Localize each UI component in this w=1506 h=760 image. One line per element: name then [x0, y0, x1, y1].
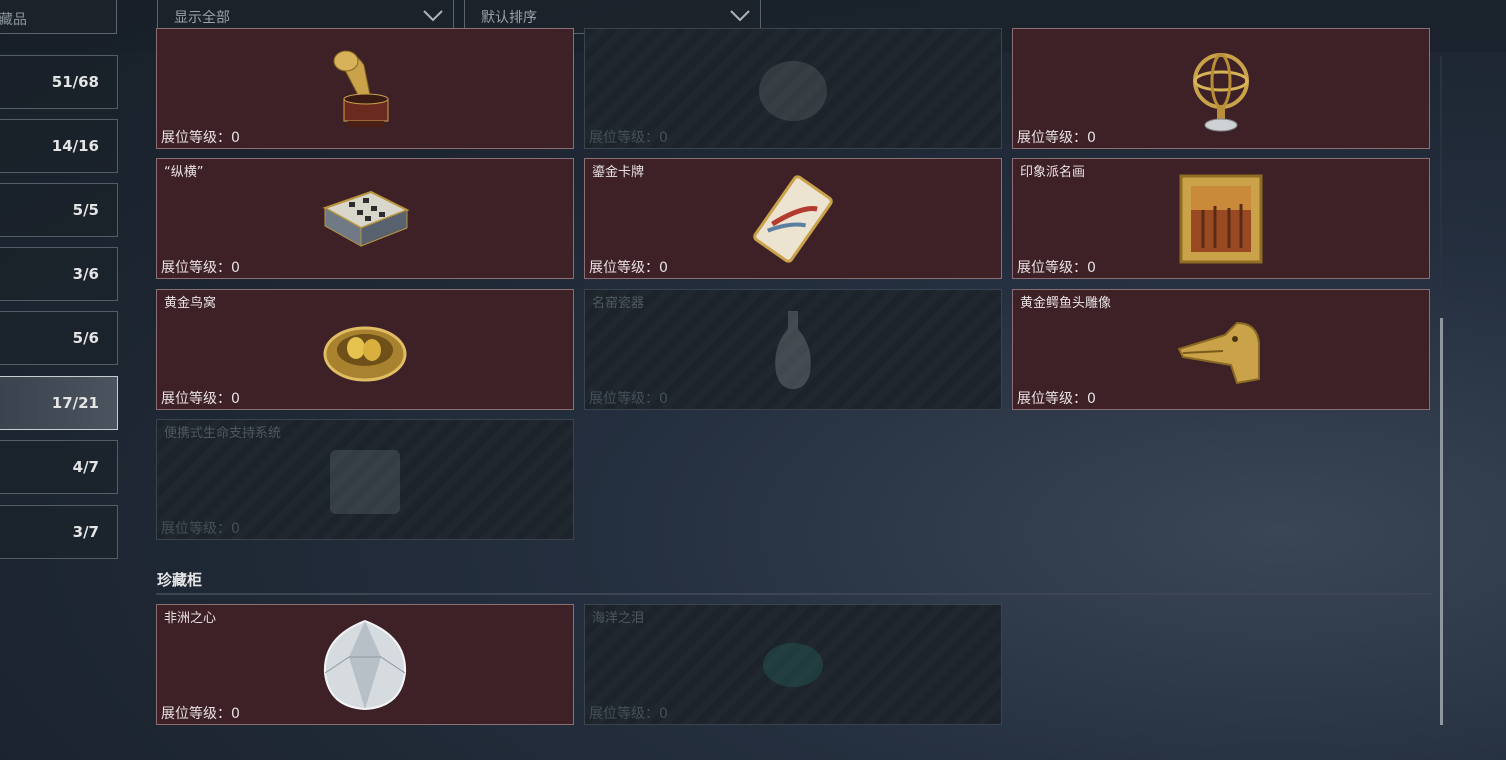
sidebar-item-count: 51/68 — [51, 73, 99, 91]
collectible-card[interactable]: 展位等级：0 — [156, 28, 574, 149]
cabinet-section-title: 珍藏柜 — [157, 571, 203, 589]
porcelain-vase-icon — [775, 310, 811, 389]
diamond-icon — [323, 619, 407, 710]
sort-dropdown-value: 默认排序 — [481, 10, 537, 26]
armillary-sphere-icon — [1193, 53, 1249, 132]
sidebar-item-7[interactable]: 4/7 — [0, 440, 118, 494]
sidebar-item-count: 17/21 — [51, 394, 99, 412]
scrollbar-thumb[interactable] — [1440, 318, 1443, 725]
collectible-card-locked[interactable]: 名窑瓷器 展位等级：0 — [584, 289, 1002, 410]
collectible-name: 非洲之心 — [164, 611, 217, 626]
exhibit-level: 展位等级：0 — [1017, 260, 1096, 276]
sidebar-item-3[interactable]: 5/5 — [0, 183, 118, 237]
exhibit-level: 展位等级：0 — [589, 260, 668, 276]
collectible-name: 印象派名画 — [1020, 165, 1086, 180]
collectible-name: 黄金鸟窝 — [164, 296, 217, 311]
exhibit-level: 展位等级：0 — [589, 391, 668, 407]
search-placeholder: 藏品 — [0, 12, 27, 28]
collectible-name: 鎏金卡牌 — [592, 165, 645, 180]
collectible-card[interactable]: “纵横” 展位等级：0 — [156, 158, 574, 279]
sidebar-item-count: 3/7 — [72, 523, 99, 541]
collectible-name: 名窑瓷器 — [592, 296, 645, 311]
sidebar-item-count: 5/6 — [72, 329, 99, 347]
filter-dropdown-value: 显示全部 — [174, 10, 230, 26]
exhibit-level: 展位等级：0 — [589, 706, 668, 722]
collectible-card[interactable]: 非洲之心 展位等级：0 — [156, 604, 574, 725]
search-input[interactable]: 藏品 — [0, 0, 117, 34]
collectible-card-locked[interactable]: 展位等级：0 — [584, 28, 1002, 149]
collectible-card[interactable]: 黄金鸟窝 展位等级：0 — [156, 289, 574, 410]
life-support-icon — [330, 450, 400, 514]
exhibit-level: 展位等级：0 — [161, 130, 240, 146]
sidebar-item-2[interactable]: 14/16 — [0, 119, 118, 173]
collectible-card[interactable]: 印象派名画 展位等级：0 — [1012, 158, 1430, 279]
sidebar-item-count: 14/16 — [51, 137, 99, 155]
exhibit-level: 展位等级：0 — [161, 706, 240, 722]
section-divider — [156, 593, 1432, 595]
collectible-name: 便携式生命支持系统 — [164, 426, 282, 441]
gold-orb-icon — [759, 61, 827, 121]
collectible-card[interactable]: 展位等级：0 — [1012, 28, 1430, 149]
chess-box-icon — [322, 190, 410, 247]
ocean-tear-icon — [763, 642, 823, 687]
exhibit-level: 展位等级：0 — [1017, 391, 1096, 407]
exhibit-level: 展位等级：0 — [161, 260, 240, 276]
sidebar-item-count: 5/5 — [72, 201, 99, 219]
golden-nest-icon — [323, 326, 407, 381]
gilded-card-icon — [753, 174, 833, 263]
collectible-card[interactable]: 黄金鳄鱼头雕像 展位等级：0 — [1012, 289, 1430, 410]
exhibit-level: 展位等级：0 — [161, 391, 240, 407]
exhibit-level: 展位等级：0 — [589, 130, 668, 146]
chevron-down-icon — [423, 10, 443, 22]
collectible-card-locked[interactable]: 便携式生命支持系统 展位等级：0 — [156, 419, 574, 540]
collectible-card[interactable]: 鎏金卡牌 展位等级：0 — [584, 158, 1002, 279]
gramophone-icon — [333, 50, 389, 127]
collectible-name: 海洋之泪 — [592, 611, 645, 626]
sidebar-item-count: 4/7 — [72, 458, 99, 476]
sidebar-item-count: 3/6 — [72, 265, 99, 283]
exhibit-level: 展位等级：0 — [161, 521, 240, 537]
collectible-name: 黄金鳄鱼头雕像 — [1020, 296, 1112, 311]
sidebar-item-6-active[interactable]: 17/21 — [0, 376, 118, 430]
collectible-card-locked[interactable]: 海洋之泪 展位等级：0 — [584, 604, 1002, 725]
sidebar-item-5[interactable]: 5/6 — [0, 311, 118, 365]
exhibit-level: 展位等级：0 — [1017, 130, 1096, 146]
chevron-down-icon — [730, 10, 750, 22]
sidebar-item-1[interactable]: 51/68 — [0, 55, 118, 109]
collectible-name: “纵横” — [164, 165, 204, 180]
crocodile-statue-icon — [1177, 321, 1260, 384]
framed-painting-icon — [1179, 174, 1263, 263]
sidebar-item-4[interactable]: 3/6 — [0, 247, 118, 301]
sidebar-item-8[interactable]: 3/7 — [0, 505, 118, 559]
